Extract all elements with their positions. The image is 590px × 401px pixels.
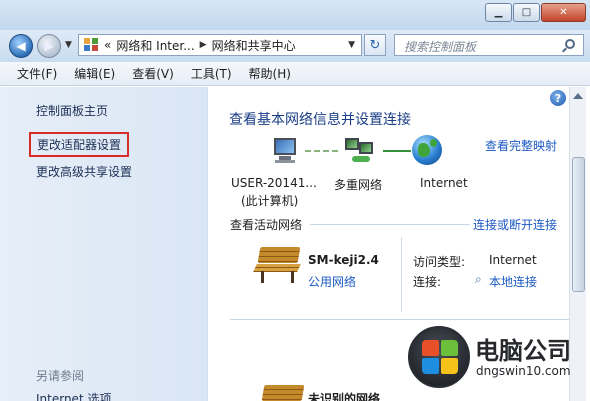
sidebar-item-change-adapter-settings[interactable]: 更改适配器设置 <box>29 132 130 157</box>
view-full-map-link[interactable]: 查看完整映射 <box>485 137 557 154</box>
close-button[interactable]: ✕ <box>541 3 586 22</box>
connection-label: 连接: <box>413 275 442 289</box>
page-title: 查看基本网络信息并设置连接 <box>229 112 411 128</box>
menu-bar: 文件(F) 编辑(E) 查看(V) 工具(T) 帮助(H) <box>0 62 590 86</box>
scroll-up-icon[interactable] <box>573 93 583 99</box>
search-icon[interactable] <box>565 39 575 49</box>
address-bar[interactable]: « 网络和 Inter... ▶ 网络和共享中心 ▼ <box>78 34 362 56</box>
address-prefix[interactable]: « <box>104 38 111 52</box>
scroll-thumb[interactable] <box>572 157 585 292</box>
network-name: SM-keji2.4 <box>308 253 379 267</box>
watermark-url: dngswin10.com <box>476 364 571 378</box>
maximize-button[interactable]: □ <box>513 3 540 22</box>
public-network-bench-icon <box>253 247 303 283</box>
minimize-button[interactable]: ▁ <box>485 3 512 22</box>
internet-globe-icon[interactable] <box>412 135 442 165</box>
internet-label: Internet <box>420 176 468 190</box>
access-type-value: Internet <box>489 253 537 267</box>
recent-pages-dropdown[interactable]: ▼ <box>65 40 72 50</box>
access-type-label: 访问类型: <box>413 255 466 269</box>
menu-view[interactable]: 查看(V) <box>123 65 182 82</box>
network-type-link[interactable]: 公用网络 <box>308 273 356 290</box>
menu-help[interactable]: 帮助(H) <box>240 65 299 82</box>
sidebar-item-change-advanced-sharing[interactable]: 更改高级共享设置 <box>36 163 132 180</box>
sidebar-item-internet-options[interactable]: Internet 选项 <box>36 390 111 401</box>
window-controls: ▁ □ ✕ <box>485 3 586 22</box>
control-panel-icon <box>84 38 100 52</box>
breadcrumb-network-sharing-center[interactable]: 网络和共享中心 <box>212 37 296 54</box>
this-computer-label: (此计算机) <box>241 194 299 208</box>
watermark-title: 电脑公司 <box>475 337 571 365</box>
breadcrumb-network-internet[interactable]: 网络和 Inter... <box>116 37 194 54</box>
connection-line <box>305 150 341 152</box>
menu-tools[interactable]: 工具(T) <box>182 65 240 82</box>
refresh-button[interactable]: ↻ <box>364 34 386 56</box>
vertical-divider <box>401 237 402 312</box>
menu-file[interactable]: 文件(F) <box>0 65 65 82</box>
address-dropdown-icon[interactable]: ▼ <box>348 40 355 50</box>
local-connection-link[interactable]: 本地连接 <box>489 273 537 290</box>
section-divider <box>310 224 470 225</box>
connect-disconnect-link[interactable]: 连接或断开连接 <box>473 216 557 233</box>
search-input[interactable]: 搜索控制面板 <box>394 34 584 56</box>
sidebar: 控制面板主页 更改适配器设置 更改高级共享设置 另请参阅 Internet 选项 <box>0 87 208 401</box>
back-button[interactable]: ◀ <box>9 34 33 58</box>
title-bar: ▁ □ ✕ <box>0 0 590 30</box>
menu-edit[interactable]: 编辑(E) <box>65 65 123 82</box>
computer-name-label: USER-20141... <box>231 176 317 190</box>
computer-icon[interactable] <box>271 138 299 164</box>
active-networks-label: 查看活动网络 <box>230 218 303 232</box>
unidentified-network-name: 未识别的网络 <box>308 392 381 401</box>
unidentified-network-bench-icon <box>257 385 307 401</box>
sidebar-item-control-panel-home[interactable]: 控制面板主页 <box>36 102 108 119</box>
internet-connection-line <box>383 150 411 152</box>
see-also-heading: 另请参阅 <box>36 369 85 383</box>
forward-button[interactable]: ▶ <box>37 34 61 58</box>
search-placeholder: 搜索控制面板 <box>404 40 477 54</box>
vertical-scrollbar[interactable] <box>569 87 586 401</box>
help-icon[interactable]: ? <box>550 90 566 106</box>
network-separator <box>230 319 569 320</box>
multi-network-label: 多重网络 <box>334 178 383 192</box>
multiple-networks-icon[interactable] <box>343 136 377 166</box>
breadcrumb-separator-icon[interactable]: ▶ <box>200 40 207 50</box>
windows-logo-icon <box>408 326 470 388</box>
adapter-icon: ⌕ <box>475 272 482 286</box>
